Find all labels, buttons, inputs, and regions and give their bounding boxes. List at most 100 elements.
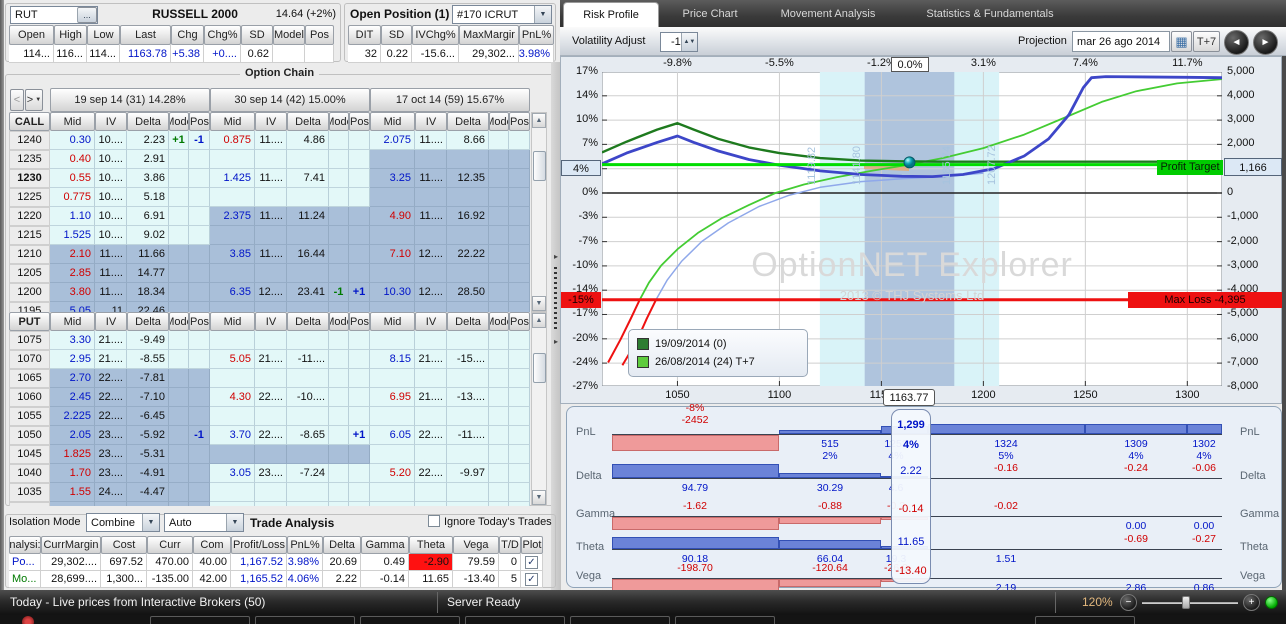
column-header[interactable]: Com <box>193 536 231 554</box>
mid-price-cell[interactable]: 4.90 <box>370 207 415 226</box>
column-header[interactable]: Chg% <box>204 25 241 45</box>
mid-price-cell[interactable]: 6.35 <box>210 283 255 302</box>
mid-price-cell[interactable] <box>210 407 255 426</box>
tab-movement-analysis[interactable]: Movement Analysis <box>760 0 896 27</box>
taskbar-button[interactable] <box>675 616 775 624</box>
spinner-arrows-icon[interactable]: ▲▼ <box>681 33 697 51</box>
column-header[interactable]: Pos <box>189 312 210 331</box>
column-header[interactable]: Delta <box>287 312 329 331</box>
position-selector[interactable]: #170 ICRUT ▼ <box>452 5 552 24</box>
mid-price-cell[interactable]: 2.375 <box>210 207 255 226</box>
chain-prev-button[interactable]: < <box>10 89 24 111</box>
mid-price-cell[interactable]: 0.55 <box>50 169 95 188</box>
column-header[interactable]: Theta <box>409 536 453 554</box>
column-header[interactable]: Vega <box>453 536 499 554</box>
chevron-down-icon[interactable]: ▼ <box>534 6 551 23</box>
mid-price-cell[interactable]: 2.95 <box>50 350 95 369</box>
taskbar-button[interactable] <box>465 616 565 624</box>
column-header[interactable]: IV <box>95 312 127 331</box>
mid-price-cell[interactable]: 2.075 <box>370 131 415 150</box>
column-header[interactable]: Delta <box>323 536 361 554</box>
mid-price-cell[interactable]: 3.05 <box>210 464 255 483</box>
column-header[interactable]: IVChg% <box>412 25 459 45</box>
column-header[interactable]: Mid <box>370 112 415 131</box>
mid-price-cell[interactable]: 2.70 <box>50 369 95 388</box>
mid-price-cell[interactable]: 1.45 <box>50 502 95 506</box>
mid-price-cell[interactable] <box>210 331 255 350</box>
mid-price-cell[interactable] <box>210 150 255 169</box>
previous-day-button[interactable]: ◄ <box>1224 30 1249 55</box>
splitter-arrow-icon[interactable]: ▸ <box>554 252 558 261</box>
put-scroll-thumb[interactable] <box>533 353 546 383</box>
mid-price-cell[interactable] <box>210 369 255 388</box>
chevron-down-icon[interactable]: ▼ <box>226 514 243 531</box>
taskbar-app-icon[interactable] <box>22 616 34 624</box>
mid-price-cell[interactable]: 10.30 <box>370 283 415 302</box>
column-header[interactable]: Pos <box>349 112 370 131</box>
column-header[interactable]: Chg <box>171 25 204 45</box>
combine-select[interactable]: Combine▼ <box>86 513 160 532</box>
auto-select[interactable]: Auto▼ <box>164 513 244 532</box>
mid-price-cell[interactable]: 0.875 <box>210 131 255 150</box>
zoom-in-icon[interactable]: + <box>1243 594 1260 611</box>
call-section-header[interactable]: CALL <box>9 112 50 131</box>
mid-price-cell[interactable]: 6.05 <box>370 426 415 445</box>
mid-price-cell[interactable]: 1.425 <box>210 169 255 188</box>
column-header[interactable]: Model <box>273 25 305 45</box>
mid-price-cell[interactable]: 0.775 <box>50 188 95 207</box>
mid-price-cell[interactable] <box>370 483 415 502</box>
column-header[interactable]: Pos <box>349 312 370 331</box>
put-section-header[interactable]: PUT <box>9 312 50 331</box>
calendar-icon[interactable]: ▦ <box>1171 31 1192 52</box>
column-header[interactable]: Delta <box>127 312 169 331</box>
splitter-grip[interactable] <box>554 267 557 332</box>
expiry-header[interactable]: 19 sep 14 (31) 14.28% <box>50 88 210 112</box>
plot-checkbox[interactable]: ✓ <box>521 571 543 588</box>
tab-price-chart[interactable]: Price Chart <box>664 0 756 27</box>
mid-price-cell[interactable]: 0.30 <box>50 131 95 150</box>
plot-checkbox[interactable]: ✓ <box>521 554 543 571</box>
column-header[interactable]: Pos <box>189 112 210 131</box>
mid-price-cell[interactable]: 2.575 <box>210 502 255 506</box>
t-plus-7-button[interactable]: T+7 <box>1193 31 1220 52</box>
column-header[interactable]: IV <box>415 312 447 331</box>
mid-price-cell[interactable] <box>370 188 415 207</box>
projection-date-field[interactable]: mar 26 ago 2014 <box>1072 31 1170 52</box>
column-header[interactable]: Open <box>9 25 54 45</box>
column-header[interactable]: Mode <box>489 112 509 131</box>
column-header[interactable]: Delta <box>447 112 489 131</box>
mid-price-cell[interactable]: 3.80 <box>50 283 95 302</box>
column-header[interactable]: Mid <box>50 112 95 131</box>
taskbar-button[interactable] <box>360 616 460 624</box>
column-header[interactable]: nalysi: <box>9 536 41 554</box>
mid-price-cell[interactable] <box>370 369 415 388</box>
mid-price-cell[interactable]: 1.825 <box>50 445 95 464</box>
mid-price-cell[interactable] <box>370 407 415 426</box>
column-header[interactable]: Mode <box>329 312 349 331</box>
splitter-arrow-icon[interactable]: ▸ <box>554 337 558 346</box>
column-header[interactable]: Pos <box>509 112 530 131</box>
column-header[interactable]: PnL% <box>287 536 323 554</box>
mid-price-cell[interactable] <box>210 302 255 312</box>
mid-price-cell[interactable] <box>370 226 415 245</box>
column-header[interactable]: CurrMargin <box>41 536 101 554</box>
mid-price-cell[interactable] <box>210 483 255 502</box>
next-day-button[interactable]: ► <box>1253 30 1278 55</box>
zoom-out-icon[interactable]: − <box>1120 594 1137 611</box>
taskbar-button[interactable] <box>150 616 250 624</box>
column-header[interactable]: Plot <box>521 536 543 554</box>
scroll-down-icon[interactable]: ▼ <box>532 490 546 505</box>
chain-next-button[interactable]: >▼ <box>25 89 43 111</box>
scroll-up-icon[interactable]: ▲ <box>532 113 546 128</box>
mid-price-cell[interactable]: 5.20 <box>370 464 415 483</box>
column-header[interactable]: Gamma <box>361 536 409 554</box>
mid-price-cell[interactable]: 2.85 <box>50 264 95 283</box>
column-header[interactable]: Low <box>87 25 120 45</box>
mid-price-cell[interactable]: 7.10 <box>370 245 415 264</box>
tab-statistics-fundamentals[interactable]: Statistics & Fundamentals <box>900 0 1080 27</box>
column-header[interactable]: Delta <box>127 112 169 131</box>
column-header[interactable]: Curr <box>147 536 193 554</box>
column-header[interactable]: Delta <box>447 312 489 331</box>
zoom-slider-thumb[interactable] <box>1182 596 1190 609</box>
mid-price-cell[interactable]: 2.45 <box>50 388 95 407</box>
